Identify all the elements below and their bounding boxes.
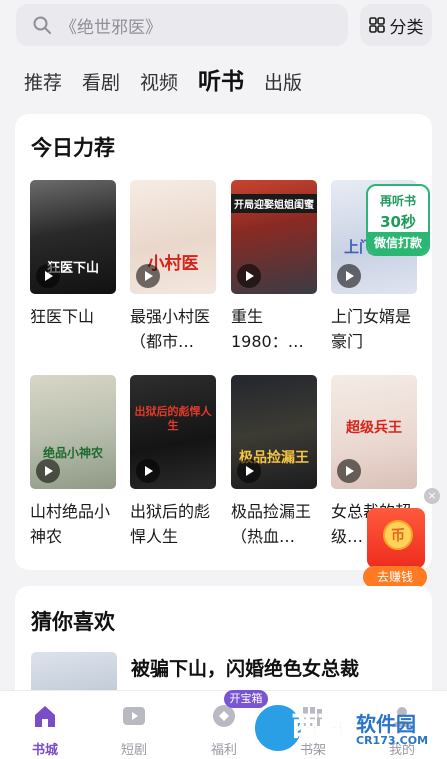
book-item[interactable]: 出狱后的彪悍人生 出狱后的彪悍人生 <box>130 375 216 549</box>
watermark-url: CR173.COM <box>356 734 429 747</box>
search-icon <box>33 16 51 34</box>
play-icon[interactable] <box>337 264 361 288</box>
relisten-line3: 微信打款 <box>368 232 428 254</box>
book-title: 重生1980：… <box>231 307 304 351</box>
play-icon[interactable] <box>337 459 361 483</box>
relisten-line1: 再听书 <box>379 194 416 208</box>
watermark-soft: 软件园 <box>356 712 416 736</box>
section-title: 猜你喜欢 <box>31 610 115 634</box>
book-title: 上门女婿是豪门 <box>331 307 412 351</box>
book-title: 最强小村医（都市… <box>130 307 211 351</box>
book-cover: 极品捡漏王 <box>231 375 317 489</box>
book-title: 极品捡漏王（热血… <box>231 502 312 546</box>
relisten-line2: 30秒 <box>380 213 416 231</box>
relisten-reward-badge[interactable]: 再听书 30秒 微信打款 <box>366 184 430 256</box>
tab-recommend[interactable]: 推荐 <box>24 68 62 95</box>
home-icon <box>35 706 55 727</box>
play-icon[interactable] <box>136 264 160 288</box>
book-item[interactable]: 小村医 最强小村医（都市… <box>130 180 216 354</box>
tab-audiobook[interactable]: 听书 <box>198 62 244 96</box>
play-icon[interactable] <box>136 459 160 483</box>
book-item[interactable]: 绝品小神农 山村绝品小神农 <box>30 375 116 549</box>
nav-label: 书城 <box>31 743 58 758</box>
play-icon[interactable] <box>237 459 261 483</box>
cover-text: 出狱后的彪悍人生 <box>134 405 212 432</box>
book-cover: 小村医 <box>130 180 216 294</box>
tab-video[interactable]: 视频 <box>140 68 178 95</box>
book-item[interactable]: 开局迎娶姐姐闺蜜 重生1980：… <box>231 180 317 354</box>
earn-money-button[interactable]: 去赚钱 <box>363 566 427 588</box>
coin-icon: 币 <box>383 520 413 550</box>
nav-welfare[interactable]: 福利 <box>194 703 254 758</box>
book-title: 山村绝品小神农 <box>30 502 111 546</box>
book-item[interactable]: 极品捡漏王 极品捡漏王（热血… <box>231 375 317 549</box>
play-icon[interactable] <box>237 264 261 288</box>
search-input[interactable]: 《绝世邪医》 <box>16 4 348 46</box>
channel-tabs: 推荐 看剧 视频 听书 出版 <box>24 62 322 96</box>
cover-text: 开局迎娶姐姐闺蜜 <box>231 194 317 213</box>
video-icon <box>123 707 145 725</box>
cover-text: 超级兵王 <box>346 420 402 436</box>
category-button[interactable]: 分类 <box>360 4 432 46</box>
grid-icon <box>368 17 385 33</box>
red-packet-widget[interactable]: 币 去赚钱 <box>363 504 427 588</box>
nav-label: 短剧 <box>120 743 147 758</box>
book-title[interactable]: 被骗下山，闪婚绝色女总裁 <box>131 654 359 681</box>
watermark-logo: 西西 软件园 CR173.COM <box>252 700 444 754</box>
book-title: 狂医下山 <box>30 307 95 326</box>
today-recommend-section: 今日力荐 狂医下山 狂医下山 小村医 最强小村医（都市… 开局迎娶姐姐闺蜜 重生… <box>15 114 432 570</box>
book-title: 出狱后的彪悍人生 <box>130 502 211 546</box>
book-cover: 开局迎娶姐姐闺蜜 <box>231 180 317 294</box>
nav-short-drama[interactable]: 短剧 <box>104 703 164 758</box>
tab-publish[interactable]: 出版 <box>264 68 302 95</box>
book-cover: 超级兵王 <box>331 375 417 489</box>
nav-label: 福利 <box>210 743 237 758</box>
section-title: 今日力荐 <box>31 136 115 160</box>
book-item[interactable]: 狂医下山 狂医下山 <box>30 180 116 354</box>
play-icon[interactable] <box>36 264 60 288</box>
book-cover: 出狱后的彪悍人生 <box>130 375 216 489</box>
close-icon[interactable]: × <box>424 488 440 504</box>
cover-text: 绝品小神农 <box>42 446 103 460</box>
nav-bookstore[interactable]: 书城 <box>15 703 75 758</box>
book-cover: 绝品小神农 <box>30 375 116 489</box>
tab-drama[interactable]: 看剧 <box>82 68 120 95</box>
play-icon[interactable] <box>36 459 60 483</box>
book-cover: 狂医下山 <box>30 180 116 294</box>
watermark-name: 西西 <box>291 712 345 743</box>
category-label: 分类 <box>389 17 424 38</box>
search-placeholder: 《绝世邪医》 <box>60 17 162 38</box>
